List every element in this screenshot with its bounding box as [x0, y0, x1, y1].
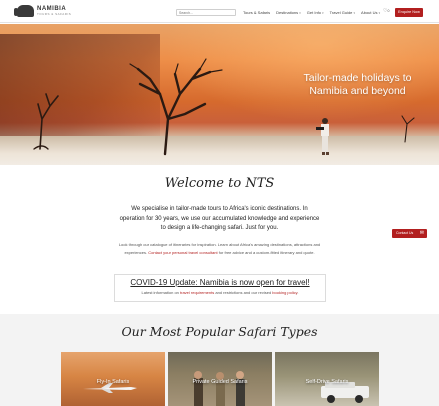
booking-policy-link[interactable]: booking policy: [272, 290, 297, 295]
covid-sub-middle: and restrictions and our revised: [214, 290, 273, 295]
covid-sub-suffix: .: [297, 290, 299, 295]
hero-banner: Tailor-made holidays to Namibia and beyo…: [0, 24, 439, 165]
chevron-down-icon: ▾: [378, 11, 381, 15]
main-nav: Tours & Safaris Destinations ▾ Get Info …: [243, 10, 380, 16]
site-header: NAMIBIA TOURS & SAFARIS Tours & Safaris …: [0, 0, 439, 23]
popular-heading: Our Most Popular Safari Types: [121, 324, 318, 339]
contact-us-label: Contact Us: [396, 231, 414, 235]
card-label: Self-Drive Safaris: [305, 379, 349, 385]
wishlist-button[interactable]: ♡0: [383, 8, 392, 15]
logo-subtitle: TOURS & SAFARIS: [37, 12, 72, 16]
chevron-down-icon: ▾: [353, 11, 356, 15]
covid-notice: COVID-19 Update: Namibia is now open for…: [114, 274, 326, 302]
mail-icon: ✉: [419, 230, 424, 236]
covid-update-link[interactable]: COVID-19 Update: Namibia is now open for…: [115, 278, 325, 287]
nav-item-tours[interactable]: Tours & Safaris: [243, 10, 270, 16]
search-input[interactable]: [176, 9, 236, 16]
hero-title: Tailor-made holidays to Namibia and beyo…: [290, 72, 425, 98]
covid-subtext: Latest information on travel requirement…: [115, 290, 325, 295]
enquire-now-button[interactable]: Enquire Now: [395, 8, 423, 17]
nav-item-travel-guide[interactable]: Travel Guide ▾: [330, 10, 355, 16]
nav-item-get-info[interactable]: Get Info ▾: [307, 10, 324, 16]
nav-item-about-us[interactable]: About Us ▾: [361, 10, 380, 16]
welcome-lead-text: We specialise in tailor-made tours to Af…: [119, 206, 320, 231]
card-label: Fly-In Safaris: [96, 379, 130, 385]
chevron-down-icon: ▾: [322, 11, 324, 15]
chevron-down-icon: ▾: [299, 11, 301, 15]
contact-consultant-link[interactable]: Contact your personal travel consultant: [148, 250, 217, 255]
covid-sub-prefix: Latest information on: [141, 290, 180, 295]
safari-card-fly-in[interactable]: Fly-In Safaris: [61, 352, 165, 406]
welcome-body-suffix: for free advice and a custom-fitted itin…: [217, 250, 315, 255]
card-label: Private Guided Safaris: [192, 379, 248, 385]
safari-card-private-guided[interactable]: Private Guided Safaris: [168, 352, 272, 406]
popular-safari-section: Our Most Popular Safari Types Fly-In Saf…: [0, 314, 439, 406]
welcome-heading: Welcome to NTS: [164, 176, 275, 191]
nav-item-destinations[interactable]: Destinations ▾: [276, 10, 301, 16]
wishlist-count: 0: [387, 9, 390, 13]
site-logo[interactable]: NAMIBIA TOURS & SAFARIS: [14, 5, 71, 17]
photographer-figure: [316, 118, 329, 155]
hero-title-line-1: Tailor-made holidays to: [303, 72, 412, 84]
travel-requirements-link[interactable]: travel requirements: [180, 290, 214, 295]
guided-group-illustration: [194, 371, 245, 406]
hero-title-line-2: Namibia and beyond: [309, 85, 406, 97]
elephant-icon: [14, 5, 34, 17]
logo-text: NAMIBIA TOURS & SAFARIS: [37, 6, 71, 16]
contact-us-tab[interactable]: Contact Us ✉: [392, 229, 427, 238]
welcome-body-text: Look through our catalogue of itinerarie…: [112, 241, 327, 257]
safari-card-self-drive[interactable]: Self-Drive Safaris: [275, 352, 379, 406]
